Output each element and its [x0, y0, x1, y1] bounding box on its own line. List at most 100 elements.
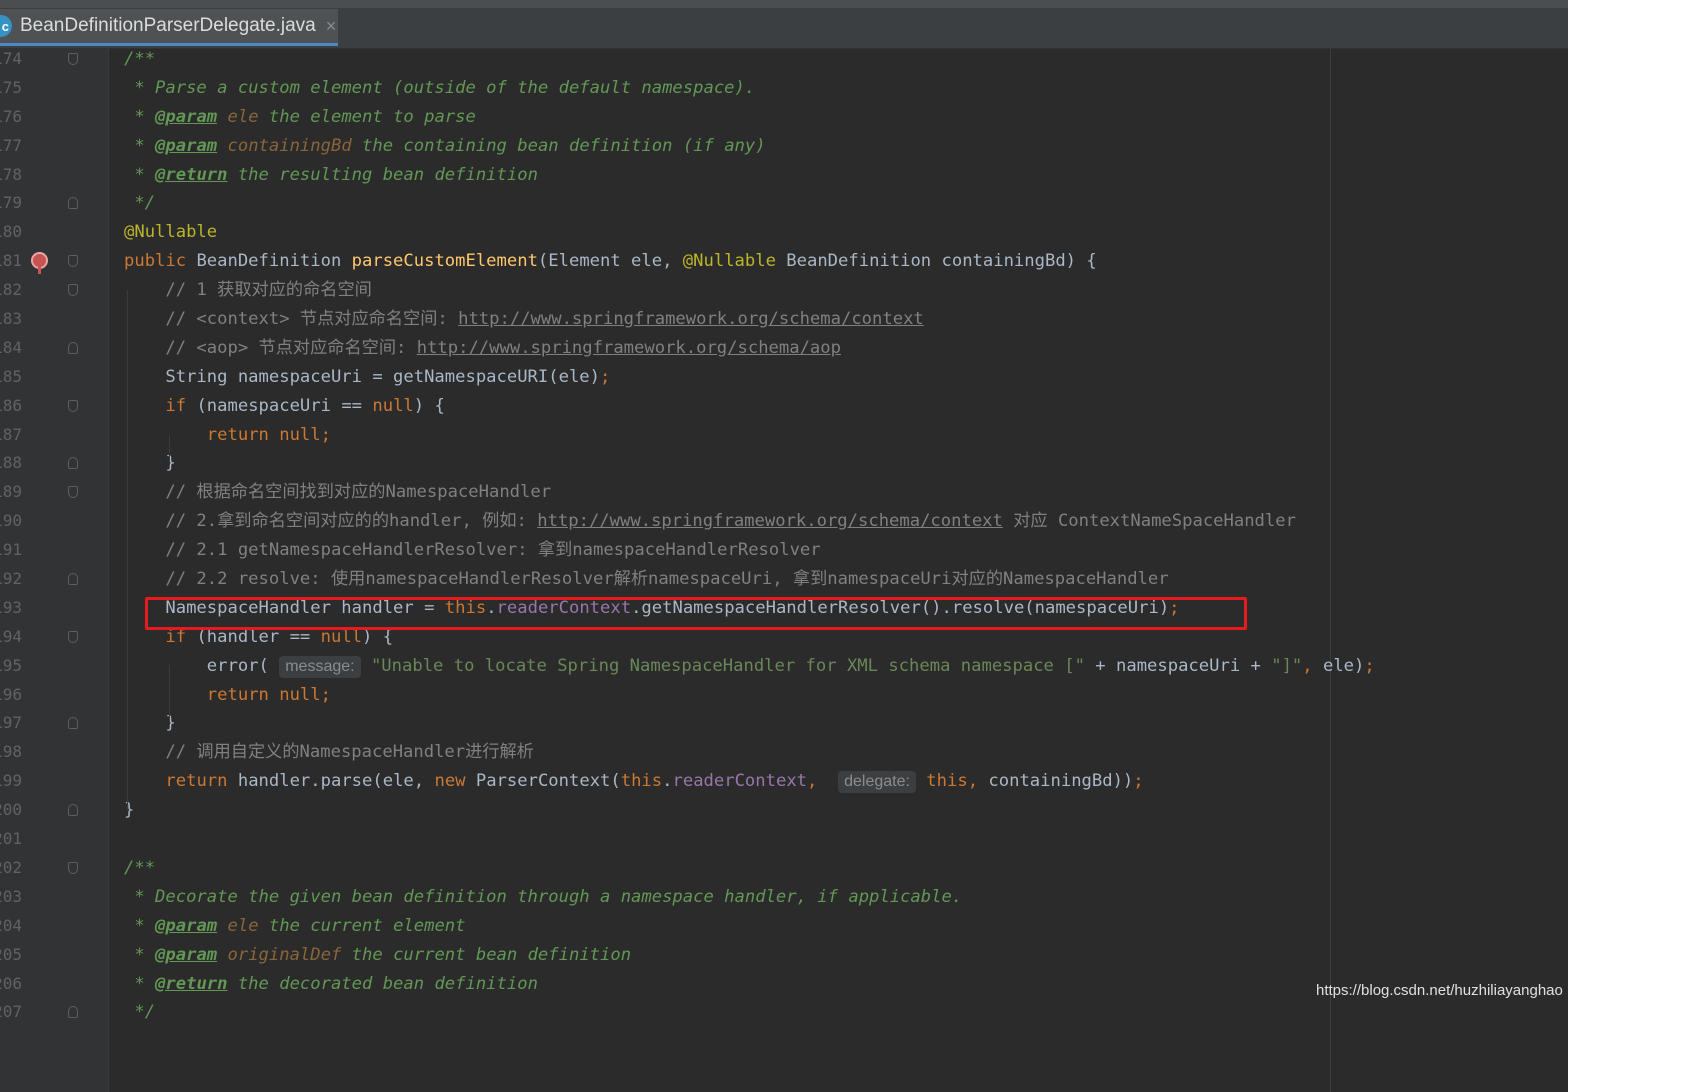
line-number: 186: [0, 395, 22, 415]
code-line[interactable]: 185 String namespaceUri = getNamespaceUR…: [0, 363, 1568, 392]
code-line[interactable]: 178 * @return the resulting bean definit…: [0, 161, 1568, 190]
code-text: // 2.拿到命名空间对应的的handler, 例如: http://www.s…: [124, 507, 1296, 536]
code-line[interactable]: 190 // 2.拿到命名空间对应的的handler, 例如: http://w…: [0, 507, 1568, 536]
code-line[interactable]: 199 return handler.parse(ele, new Parser…: [0, 767, 1568, 796]
code-text: error( message: "Unable to locate Spring…: [124, 652, 1375, 681]
line-number: 185: [0, 366, 22, 386]
tab-bean-definition-parser-delegate[interactable]: c BeanDefinitionParserDelegate.java ×: [0, 9, 338, 46]
code-line[interactable]: 188 }: [0, 449, 1568, 478]
code-text: * @param originalDef the current bean de…: [124, 941, 631, 970]
code-token: // <aop> 节点对应命名空间:: [124, 337, 417, 358]
code-text: * Decorate the given bean definition thr…: [124, 883, 962, 912]
code-line[interactable]: 205 * @param originalDef the current bea…: [0, 941, 1568, 970]
fold-marker-icon[interactable]: [68, 255, 78, 268]
code-line[interactable]: 182 // 1 获取对应的命名空间: [0, 276, 1568, 305]
code-line[interactable]: 179 */: [0, 189, 1568, 218]
code-token: // 1 获取对应的命名空间: [124, 280, 372, 301]
code-line[interactable]: 176 * @param ele the element to parse: [0, 103, 1568, 132]
code-line[interactable]: 181 public BeanDefinition parseCustomElem…: [0, 247, 1568, 276]
code-token: /**: [124, 49, 156, 69]
fold-marker-icon[interactable]: [68, 804, 78, 817]
code-area[interactable]: 174 /** 175 * Parse a custom element (outs…: [0, 45, 1568, 1092]
code-token: ) {: [413, 395, 445, 416]
code-line[interactable]: 201: [0, 825, 1568, 854]
url-link[interactable]: http://www.springframework.org/schema/ao…: [417, 338, 841, 358]
fold-marker-icon[interactable]: [68, 861, 78, 874]
line-number: 183: [0, 309, 22, 329]
code-line[interactable]: 204 * @param ele the current element: [0, 912, 1568, 941]
code-line[interactable]: 183 // <context> 节点对应命名空间: http://www.sp…: [0, 305, 1568, 334]
code-text: // 1 获取对应的命名空间: [124, 276, 372, 305]
code-line[interactable]: 192 // 2.2 resolve: 使用namespaceHandlerRe…: [0, 565, 1568, 594]
code-token: /**: [124, 857, 156, 878]
code-line[interactable]: 196 return null;: [0, 681, 1568, 710]
code-token: "Unable to locate Spring NamespaceHandle…: [370, 655, 1085, 676]
fold-marker-icon[interactable]: [68, 341, 78, 354]
close-tab-icon[interactable]: ×: [326, 16, 337, 37]
code-token: // 根据命名空间找到对应的NamespaceHandler: [124, 482, 552, 503]
code-line[interactable]: 197 }: [0, 709, 1568, 738]
code-line[interactable]: 207 */: [0, 998, 1568, 1027]
code-token: the decorated bean definition: [227, 973, 538, 994]
fold-marker-icon[interactable]: [68, 486, 78, 499]
editor-tab-bar: c BeanDefinitionParserDelegate.java ×: [0, 0, 1568, 49]
code-line[interactable]: 187 return null;: [0, 421, 1568, 450]
code-line[interactable]: 202 /**: [0, 854, 1568, 883]
fold-marker-icon[interactable]: [68, 53, 78, 65]
indent-guide: [127, 290, 128, 810]
line-number: 178: [0, 164, 22, 184]
fold-marker-icon[interactable]: [68, 457, 78, 470]
code-token: parseCustomElement: [351, 251, 538, 272]
code-token: error(: [124, 655, 280, 676]
fold-marker-icon[interactable]: [68, 630, 78, 643]
fold-marker-icon[interactable]: [68, 197, 78, 210]
code-line[interactable]: 198 // 调用自定义的NamespaceHandler进行解析: [0, 738, 1568, 767]
code-token: ele: [227, 106, 259, 127]
line-number: 202: [0, 857, 22, 877]
breakpoint-icon[interactable]: [31, 252, 48, 275]
code-token: containingBd: [227, 135, 352, 156]
line-number: 194: [0, 626, 22, 646]
code-token: return null;: [206, 424, 331, 445]
line-number: 182: [0, 280, 22, 300]
code-line[interactable]: 191 // 2.1 getNamespaceHandlerResolver: …: [0, 536, 1568, 565]
fold-marker-icon[interactable]: [68, 573, 78, 586]
line-number: 181: [0, 251, 22, 271]
code-token: the containing bean definition (if any): [351, 135, 766, 156]
fold-marker-icon[interactable]: [68, 399, 78, 412]
fold-marker-icon[interactable]: [68, 717, 78, 730]
code-line[interactable]: 203 * Decorate the given bean definition…: [0, 883, 1568, 912]
line-number: 189: [0, 482, 22, 502]
code-line[interactable]: 195 error( message: "Unable to locate Sp…: [0, 652, 1568, 681]
code-line[interactable]: 174 /**: [0, 45, 1568, 74]
url-link[interactable]: http://www.springframework.org/schema/co…: [537, 511, 1003, 531]
code-line[interactable]: 180 @Nullable: [0, 218, 1568, 247]
line-number: 205: [0, 944, 22, 964]
fold-marker-icon[interactable]: [68, 284, 78, 297]
code-token: the resulting bean definition: [227, 164, 538, 185]
code-line[interactable]: 189 // 根据命名空间找到对应的NamespaceHandler: [0, 478, 1568, 507]
code-line[interactable]: 184 // <aop> 节点对应命名空间: http://www.spring…: [0, 334, 1568, 363]
url-link[interactable]: http://www.springframework.org/schema/co…: [458, 309, 924, 329]
code-line[interactable]: 175 * Parse a custom element (outside of…: [0, 74, 1568, 103]
code-line[interactable]: 177 * @param containingBd the containing…: [0, 132, 1568, 161]
code-token: // <context> 节点对应命名空间:: [124, 309, 459, 330]
fold-marker-icon[interactable]: [68, 1006, 78, 1019]
code-token: * Decorate the given bean definition thr…: [124, 886, 963, 907]
code-line[interactable]: 200}: [0, 796, 1568, 825]
code-editor[interactable]: c BeanDefinitionParserDelegate.java × 17…: [0, 0, 1568, 1092]
line-number: 174: [0, 49, 22, 68]
code-text: /**: [124, 854, 155, 883]
code-token: (Element ele,: [537, 251, 683, 272]
code-line[interactable]: 186 if (namespaceUri == null) {: [0, 392, 1568, 421]
code-text: * @return the resulting bean definition: [124, 161, 538, 190]
code-token: *: [124, 135, 156, 156]
line-number: 206: [0, 973, 22, 993]
code-text: String namespaceUri = getNamespaceURI(el…: [124, 363, 610, 392]
code-token: *: [124, 164, 156, 185]
